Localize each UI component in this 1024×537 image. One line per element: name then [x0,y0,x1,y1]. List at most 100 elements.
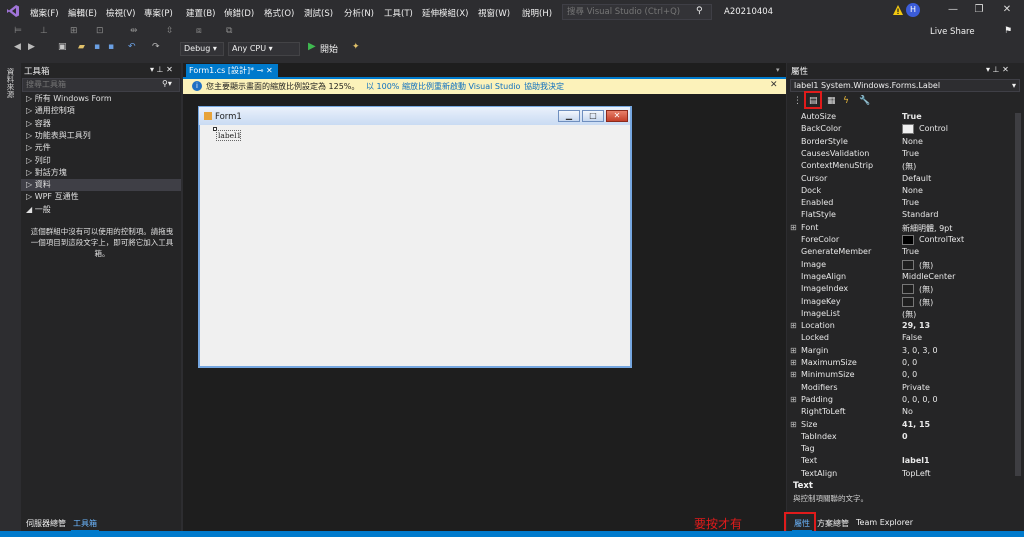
property-row[interactable]: Enabled True [787,197,1017,209]
property-value[interactable]: (無) [919,260,933,271]
menu-item[interactable]: 格式(O) [264,7,294,19]
property-value[interactable]: 0, 0 [902,370,917,379]
feedback-icon[interactable]: ⚑ [1004,26,1012,36]
tab-toolbox[interactable]: 工具箱 [71,517,99,531]
property-row[interactable]: ImageKey (無) [787,296,1017,308]
property-pages-icon[interactable]: 🔧 [859,96,870,106]
menu-item[interactable]: 偵錯(D) [224,7,254,19]
property-value[interactable]: (無) [919,284,933,295]
property-row[interactable]: Modifiers Private [787,382,1017,394]
property-value[interactable]: Private [902,383,930,392]
property-value[interactable]: None [902,137,923,146]
pin-icon[interactable]: ⊸ [257,66,264,75]
property-row[interactable]: BackColor Control [787,123,1017,135]
property-value[interactable]: 新細明體, 9pt [902,223,952,234]
property-value[interactable]: TopLeft [902,469,931,478]
toolbox-category[interactable]: ▷ 對話方塊 [26,167,180,179]
property-row[interactable]: ContextMenuStrip (無) [787,160,1017,172]
toolbox-category[interactable]: ▷ 容器 [26,118,180,130]
property-value[interactable]: True [902,247,919,256]
property-value[interactable]: True [902,149,919,158]
expand-icon[interactable]: ⊞ [790,358,797,367]
search-box[interactable] [562,4,712,20]
property-value[interactable]: Standard [902,210,938,219]
data-sources-tab[interactable]: 資料來源 [5,68,16,98]
property-row[interactable]: ⊞ MinimumSize 0, 0 [787,369,1017,381]
property-value[interactable]: ControlText [919,235,964,244]
property-row[interactable]: CausesValidation True [787,148,1017,160]
property-row[interactable]: Tag [787,443,1017,455]
property-value[interactable]: True [902,198,919,207]
avatar[interactable]: H [906,3,920,17]
property-row[interactable]: TextAlign TopLeft [787,468,1017,480]
tab-team-explorer[interactable]: Team Explorer [854,517,915,528]
expand-icon[interactable]: ⊞ [790,395,797,404]
property-row[interactable]: ⊞ Margin 3, 0, 3, 0 [787,345,1017,357]
info-close-icon[interactable]: ✕ [770,80,778,90]
property-value[interactable]: 0, 0 [902,358,917,367]
toolbox-category[interactable]: ▷ 資料 [21,179,181,192]
menu-item[interactable]: 測試(S) [304,7,333,19]
back-icon[interactable]: ◀ [14,42,21,52]
close-button[interactable]: ✕ [998,4,1016,18]
order-icon[interactable]: ⇳ [166,26,174,36]
property-row[interactable]: AutoSize True [787,111,1017,123]
menu-item[interactable]: 檢視(V) [106,7,135,19]
expand-icon[interactable]: ⊞ [790,321,797,330]
property-row[interactable]: ⊞ Font 新細明體, 9pt [787,222,1017,234]
warning-icon[interactable] [892,4,904,16]
menu-item[interactable]: 分析(N) [344,7,374,19]
property-row[interactable]: ImageAlign MiddleCenter [787,271,1017,283]
menu-item[interactable]: 說明(H) [522,7,552,19]
property-value[interactable]: False [902,333,922,342]
toolbox-category[interactable]: ▷ 元件 [26,142,180,154]
center-icon[interactable]: ⧈ [196,26,202,36]
properties-icon[interactable]: ▦ [827,96,836,106]
toolbox-search-input[interactable] [23,79,153,90]
config-dropdown[interactable]: Debug ▾ [180,42,224,56]
document-tab[interactable]: Form1.cs [設計]* ⊸ ✕ [186,64,278,77]
property-value[interactable]: 3, 0, 3, 0 [902,346,938,355]
toolbox-search-icon[interactable]: ⚲▾ [162,79,172,88]
menu-item[interactable]: 編輯(E) [68,7,97,19]
property-row[interactable]: ImageList (無) [787,308,1017,320]
expand-icon[interactable]: ⊞ [790,346,797,355]
toolbox-category[interactable]: ◢ 一般 [26,204,180,216]
redo-icon[interactable]: ↷ [152,42,160,52]
properties-object-selector[interactable]: label1 System.Windows.Forms.Label ▾ [790,79,1020,92]
property-row[interactable]: BorderStyle None [787,136,1017,148]
menu-item[interactable]: 視窗(W) [478,7,510,19]
tab-close-icon[interactable]: ✕ [266,66,273,75]
size-icon[interactable]: ⊡ [96,26,104,36]
menu-item[interactable]: 建置(B) [186,7,215,19]
toolbox-category[interactable]: ▷ 所有 Windows Form [26,93,180,105]
align-center-icon[interactable]: ⊥ [40,26,48,36]
property-row[interactable]: ⊞ MaximumSize 0, 0 [787,357,1017,369]
help-decide-link[interactable]: 協助我決定 [524,81,564,92]
property-value[interactable]: 41, 15 [902,420,930,429]
property-value[interactable]: 0, 0, 0, 0 [902,395,938,404]
property-row[interactable]: ⊞ Location 29, 13 [787,320,1017,332]
property-row[interactable]: GenerateMember True [787,246,1017,258]
property-row[interactable]: Image (無) [787,259,1017,271]
property-value[interactable]: 29, 13 [902,321,930,330]
property-row[interactable]: RightToLeft No [787,406,1017,418]
property-value[interactable]: True [902,112,922,121]
property-value[interactable]: None [902,186,923,195]
property-value[interactable]: 0 [902,432,908,441]
toolbox-category[interactable]: ▷ 通用控制項 [26,105,180,117]
toolbox-search[interactable] [22,78,180,92]
live-share-button[interactable]: Live Share [930,27,975,37]
menu-item[interactable]: 工具(T) [384,7,413,19]
form1-client-area[interactable] [200,125,630,366]
menu-item[interactable]: 專案(P) [144,7,173,19]
property-row[interactable]: ⊞ Padding 0, 0, 0, 0 [787,394,1017,406]
menu-item[interactable]: 延伸模組(X) [422,7,468,19]
property-value[interactable]: label1 [902,456,930,465]
platform-dropdown[interactable]: Any CPU ▾ [228,42,300,56]
property-row[interactable]: FlatStyle Standard [787,209,1017,221]
tab-solution-explorer[interactable]: 方案總管 [815,517,851,530]
expand-icon[interactable]: ⊞ [790,223,797,232]
search-input[interactable] [563,5,693,19]
save-icon[interactable]: ▪ [94,42,100,52]
